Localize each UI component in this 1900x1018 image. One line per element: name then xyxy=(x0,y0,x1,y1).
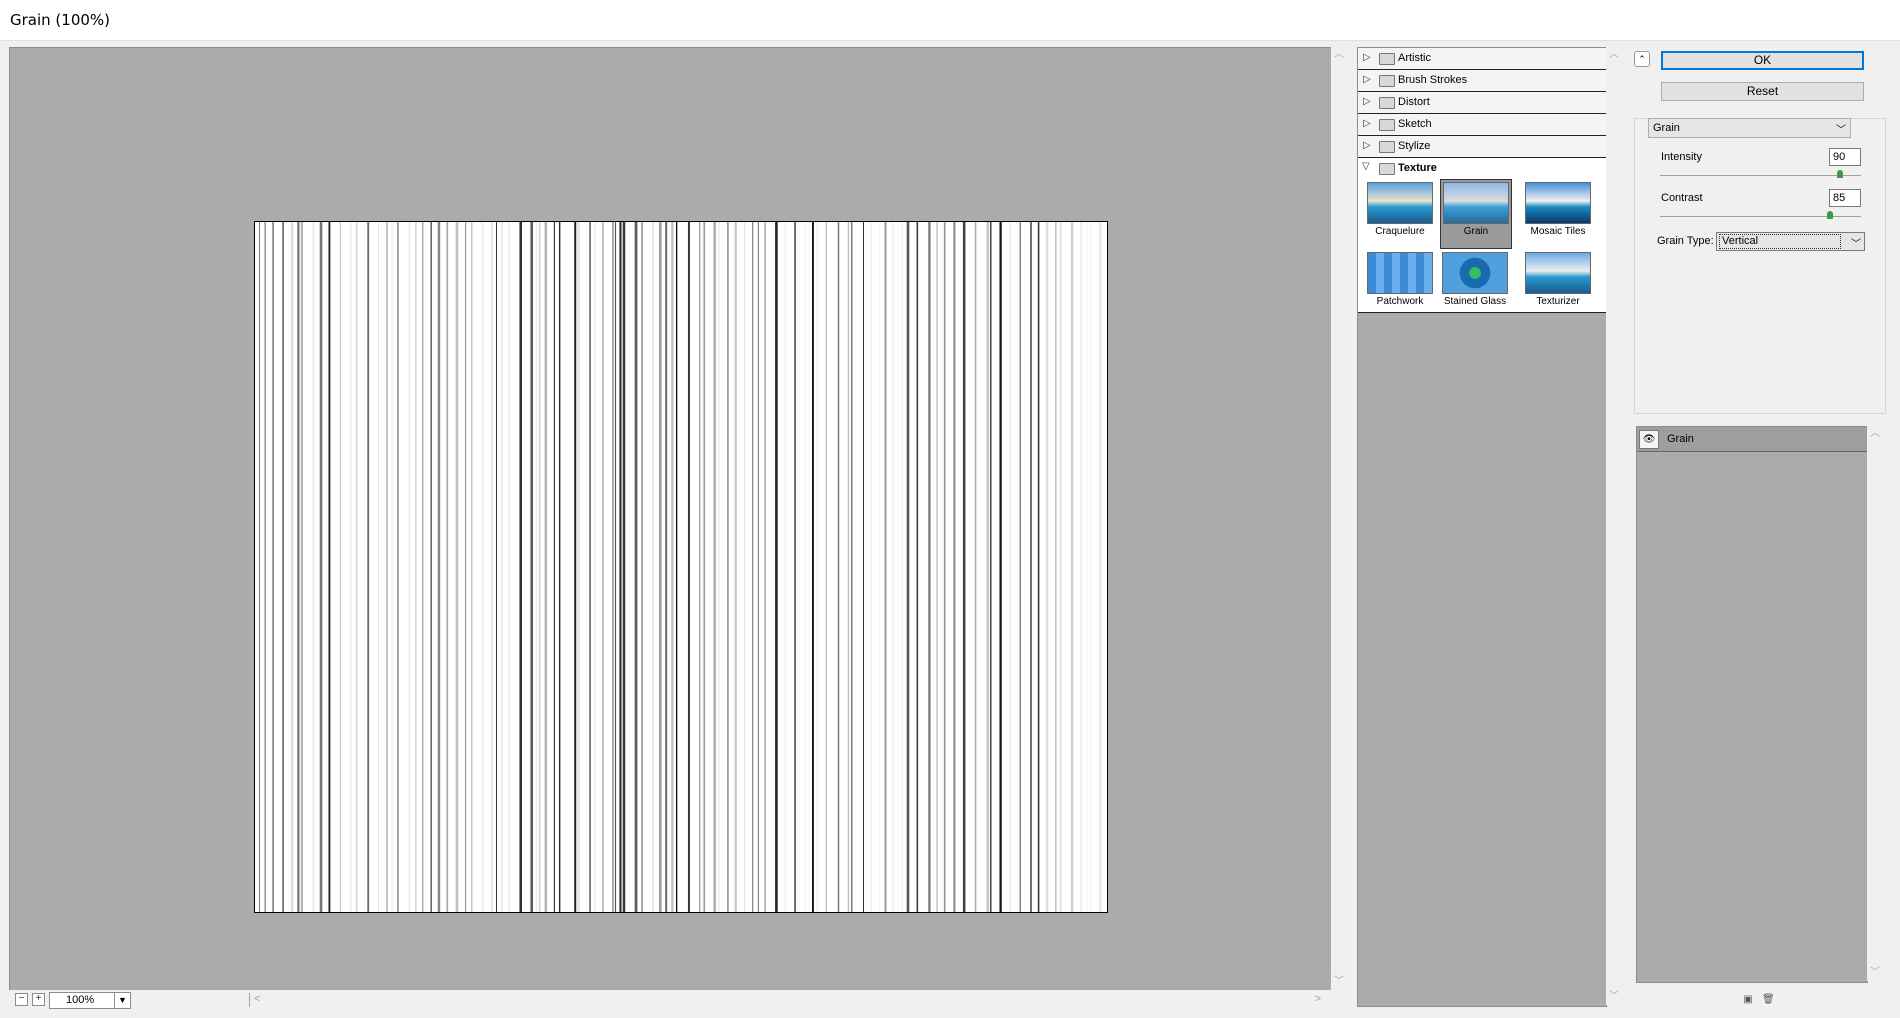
delete-effect-layer-icon[interactable]: 🗑 xyxy=(1762,994,1775,1006)
grain-preview-image xyxy=(259,222,1102,912)
scroll-up-icon[interactable]: ︿ xyxy=(1331,47,1347,63)
scroll-left-icon[interactable]: < xyxy=(254,993,260,1005)
collapse-triangle-icon[interactable]: ▽ xyxy=(1362,161,1370,172)
category-label: Stylize xyxy=(1398,140,1431,152)
preview-area[interactable] xyxy=(9,47,1332,992)
new-effect-layer-icon[interactable]: ▣ xyxy=(1742,994,1754,1006)
folder-open-icon xyxy=(1379,163,1395,175)
filter-thumb-texturizer[interactable]: Texturizer xyxy=(1523,250,1593,318)
thumb-label: Texturizer xyxy=(1536,296,1580,307)
category-brush-strokes[interactable]: ▷ Brush Strokes xyxy=(1358,70,1606,92)
category-sketch[interactable]: ▷ Sketch xyxy=(1358,114,1606,136)
category-distort[interactable]: ▷ Distort xyxy=(1358,92,1606,114)
scroll-right-icon[interactable]: > xyxy=(1315,993,1321,1005)
filter-select[interactable]: Grain ﹀ xyxy=(1648,118,1851,138)
zoom-out-button[interactable]: − xyxy=(15,993,28,1006)
layers-scrollbar[interactable]: ︿ ﹀ xyxy=(1867,426,1883,981)
folder-icon xyxy=(1379,75,1395,87)
expand-triangle-icon[interactable]: ▷ xyxy=(1363,52,1371,63)
expand-triangle-icon[interactable]: ▷ xyxy=(1363,74,1371,85)
zoom-value: 100% xyxy=(66,994,95,1006)
expand-triangle-icon[interactable]: ▷ xyxy=(1363,140,1371,151)
folder-icon xyxy=(1379,53,1395,65)
folder-icon xyxy=(1379,119,1395,131)
reset-button[interactable]: Reset xyxy=(1661,82,1864,101)
scroll-down-icon[interactable]: ﹀ xyxy=(1331,974,1347,990)
effect-layers-panel: 👁 Grain xyxy=(1636,426,1868,983)
category-label: Texture xyxy=(1398,162,1437,174)
filter-thumb-stained-glass[interactable]: Stained Glass xyxy=(1440,250,1510,318)
stained-glass-thumbnail xyxy=(1442,252,1508,294)
contrast-label: Contrast xyxy=(1661,192,1703,204)
intensity-value: 90 xyxy=(1833,151,1846,163)
filter-select-value: Grain xyxy=(1653,122,1680,134)
collapse-gallery-icon[interactable]: ⌃ xyxy=(1634,51,1650,67)
chevron-down-icon: ﹀ xyxy=(1851,239,1861,250)
intensity-slider-thumb[interactable] xyxy=(1837,170,1843,178)
filter-thumb-craquelure[interactable]: Craquelure xyxy=(1365,180,1435,248)
texturizer-thumbnail xyxy=(1525,252,1591,294)
intensity-slider-track[interactable] xyxy=(1660,175,1861,176)
effect-layer-name: Grain xyxy=(1667,433,1694,445)
scroll-up-icon[interactable]: ︿ xyxy=(1867,426,1883,442)
contrast-input[interactable]: 85 xyxy=(1829,189,1861,207)
scroll-down-icon[interactable]: ﹀ xyxy=(1867,965,1883,981)
filter-thumb-patchwork[interactable]: Patchwork xyxy=(1365,250,1435,318)
filter-gallery-list: ▷ Artistic ▷ Brush Strokes ▷ Distort ▷ S… xyxy=(1357,47,1607,1007)
folder-icon xyxy=(1379,97,1395,109)
expand-triangle-icon[interactable]: ▷ xyxy=(1363,96,1371,107)
grain-type-label: Grain Type: xyxy=(1657,235,1714,247)
zoom-in-button[interactable]: + xyxy=(32,993,45,1006)
filter-thumb-grain[interactable]: Grain xyxy=(1440,179,1512,249)
category-label: Sketch xyxy=(1398,118,1432,130)
contrast-value: 85 xyxy=(1833,192,1846,204)
eye-icon[interactable]: 👁 xyxy=(1639,430,1659,449)
scroll-up-icon[interactable]: ︿ xyxy=(1606,47,1622,63)
effect-layer-row[interactable]: 👁 Grain xyxy=(1637,427,1867,452)
category-label: Distort xyxy=(1398,96,1430,108)
zoom-select[interactable]: 100% ▼ xyxy=(49,992,131,1009)
category-stylize[interactable]: ▷ Stylize xyxy=(1358,136,1606,158)
thumb-label: Stained Glass xyxy=(1443,296,1507,307)
preview-bottom-bar: − + 100% ▼ < > xyxy=(9,990,1349,1010)
thumb-label: Grain xyxy=(1463,226,1489,237)
expand-triangle-icon[interactable]: ▷ xyxy=(1363,118,1371,129)
folder-icon xyxy=(1379,141,1395,153)
category-label: Artistic xyxy=(1398,52,1431,64)
filter-list-scrollbar[interactable]: ︿ ﹀ xyxy=(1606,47,1622,1005)
chevron-down-icon: ▼ xyxy=(114,993,130,1008)
thumb-label: Craquelure xyxy=(1375,226,1425,237)
category-label: Brush Strokes xyxy=(1398,74,1468,86)
preview-horizontal-scrollbar[interactable]: < > xyxy=(249,993,1325,1007)
intensity-label: Intensity xyxy=(1661,151,1702,163)
preview-vertical-scrollbar[interactable]: ︿ ﹀ xyxy=(1331,47,1347,990)
thumb-label: Mosaic Tiles xyxy=(1530,226,1586,237)
mosaic-tiles-thumbnail xyxy=(1525,182,1591,224)
category-artistic[interactable]: ▷ Artistic xyxy=(1358,48,1606,70)
thumb-label: Patchwork xyxy=(1376,296,1424,307)
chevron-down-icon: ﹀ xyxy=(1836,125,1846,136)
scroll-down-icon[interactable]: ﹀ xyxy=(1606,989,1622,1005)
grain-thumbnail xyxy=(1443,182,1509,224)
title-bar: Grain (100%) xyxy=(0,0,1900,41)
category-texture[interactable]: ▽ Texture Craquelure Grain Mosaic Tiles … xyxy=(1358,158,1606,313)
contrast-slider-thumb[interactable] xyxy=(1827,211,1833,219)
filter-thumb-mosaic-tiles[interactable]: Mosaic Tiles xyxy=(1523,180,1593,248)
craquelure-thumbnail xyxy=(1367,182,1433,224)
grain-type-select[interactable]: Vertical ﹀ xyxy=(1716,232,1865,251)
intensity-input[interactable]: 90 xyxy=(1829,148,1861,166)
preview-canvas xyxy=(254,221,1108,913)
grain-type-value: Vertical xyxy=(1719,234,1841,249)
ok-button[interactable]: OK xyxy=(1661,51,1864,70)
window-title: Grain (100%) xyxy=(10,11,111,29)
patchwork-thumbnail xyxy=(1367,252,1433,294)
